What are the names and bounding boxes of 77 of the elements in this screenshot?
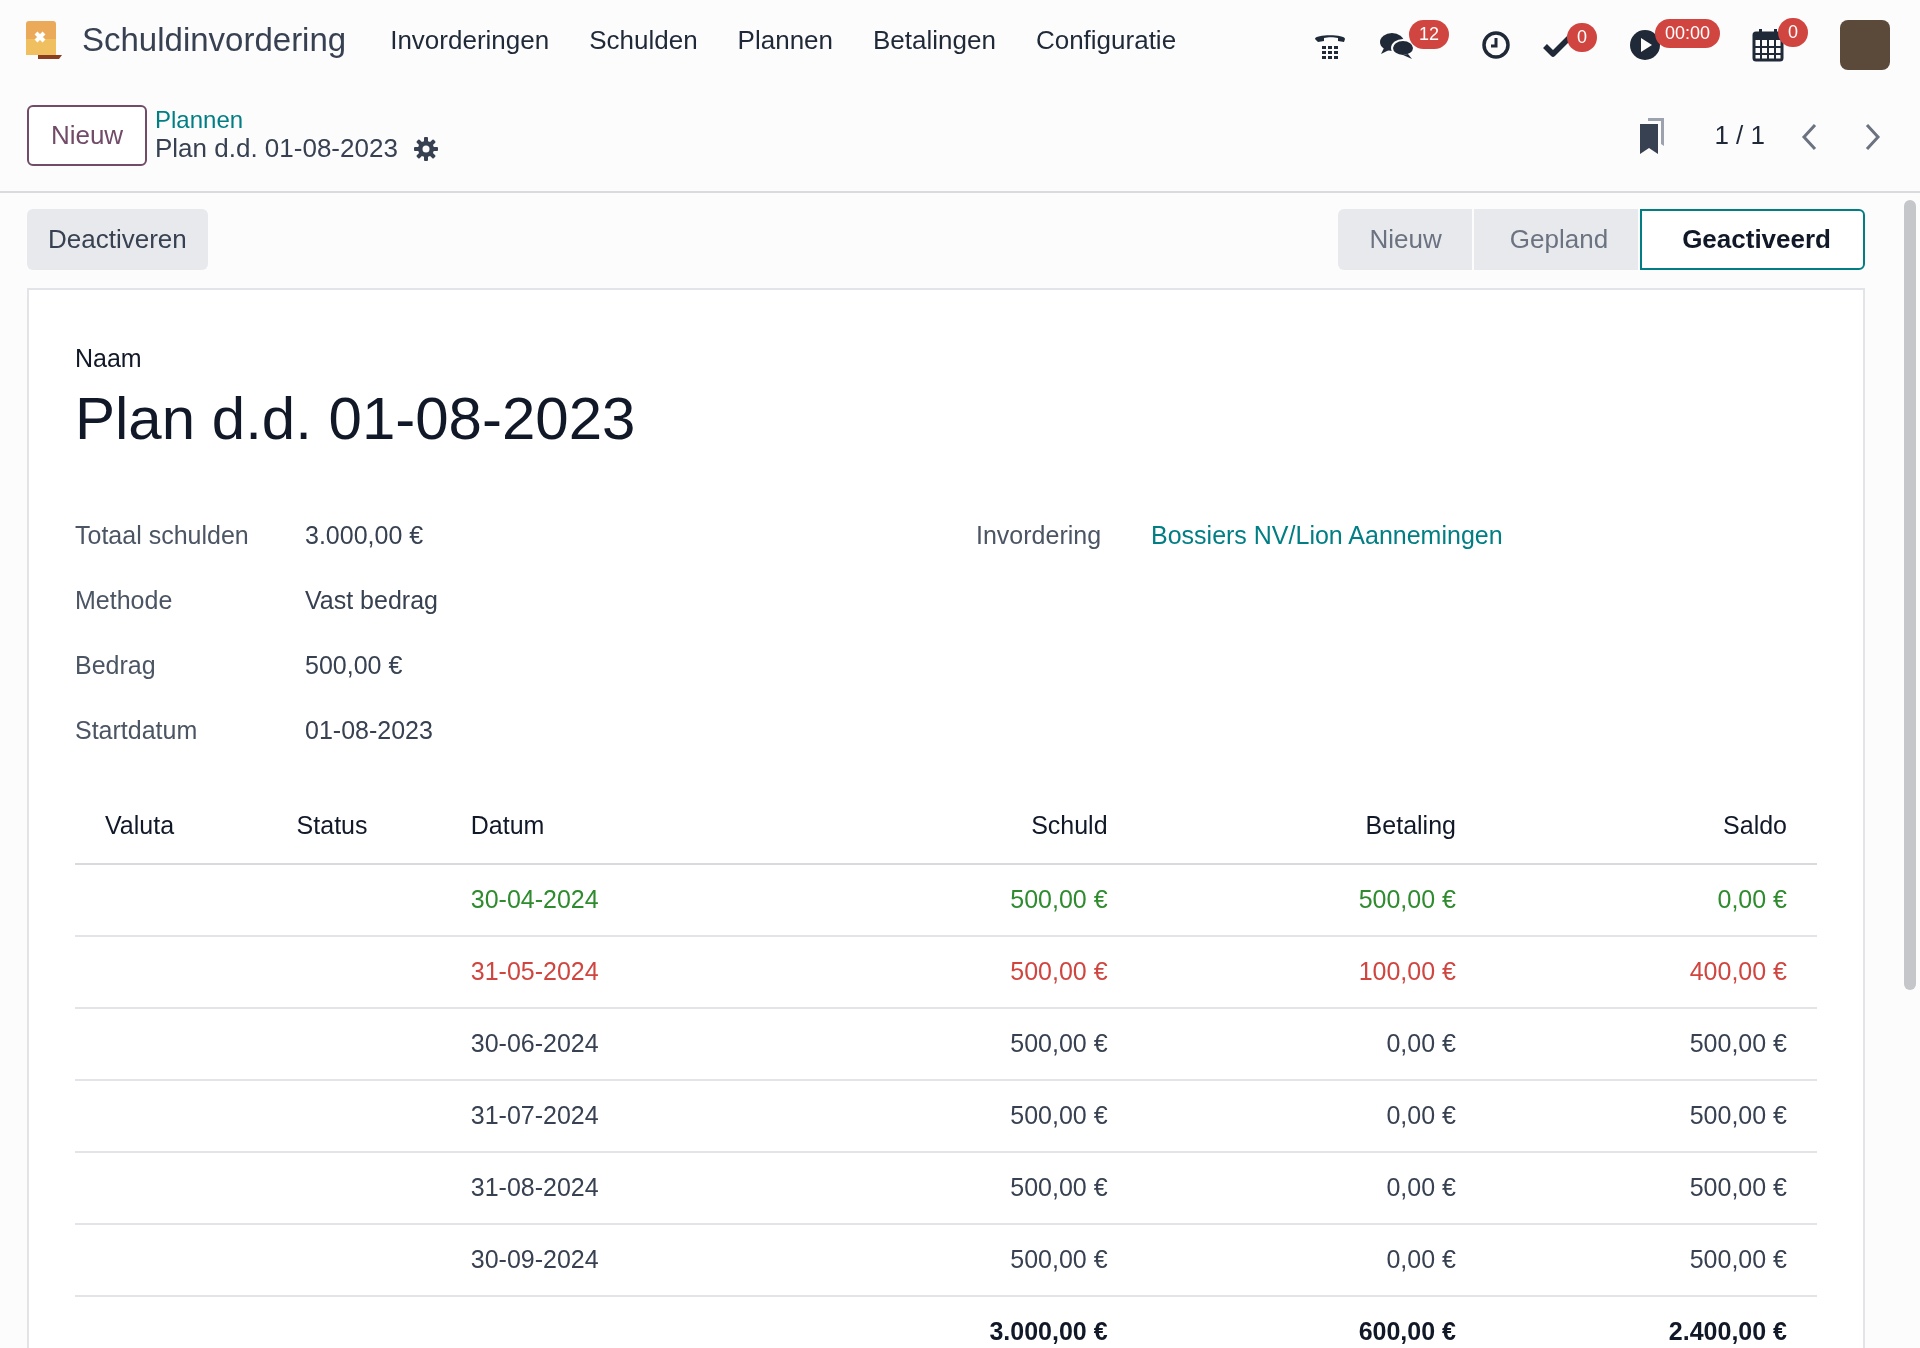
count-badge: 12	[1408, 20, 1449, 49]
chat-button[interactable]: 12	[1378, 20, 1449, 60]
table-cell: 500,00 €	[754, 1151, 1138, 1224]
table-cell: 500,00 €	[1485, 1007, 1817, 1080]
record-title: Plan d.d. 01-08-2023	[155, 133, 398, 165]
table-cell: 31-05-2024	[440, 935, 755, 1008]
table-cell: 500,00 €	[754, 863, 1138, 936]
table-cell: 500,00 €	[1137, 863, 1486, 936]
field-label: Methode	[75, 584, 174, 616]
table-cell: 500,00 €	[754, 1079, 1138, 1152]
field-label: Startdatum	[75, 714, 199, 746]
field-link[interactable]: Bossiers NV/Lion Aannemingen	[1151, 516, 1503, 582]
column-header[interactable]: Saldo	[1485, 788, 1817, 864]
field-label: Totaal schulden	[75, 519, 250, 551]
user-avatar[interactable]	[1840, 20, 1890, 70]
total-cell: 3.000,00 €	[754, 1295, 1138, 1348]
field-value: 3.000,00 €	[305, 519, 424, 551]
column-header[interactable]: Valuta	[75, 788, 267, 864]
scrollbar[interactable]	[1904, 200, 1916, 990]
table-cell: 31-07-2024	[440, 1079, 755, 1152]
column-header[interactable]: Datum	[440, 788, 755, 864]
field-label: Invordering	[976, 519, 1103, 551]
clock-icon	[1480, 30, 1511, 60]
menu-item[interactable]: Invorderingen	[370, 20, 570, 60]
menu-item[interactable]: Plannen	[717, 20, 853, 60]
field-value: 01-08-2023	[305, 714, 433, 746]
table-cell: 30-09-2024	[440, 1223, 755, 1296]
field-value: 500,00 €	[305, 649, 403, 681]
table-cell: 500,00 €	[754, 1223, 1138, 1296]
table-cell: 0,00 €	[1137, 1007, 1486, 1080]
table-cell: 30-06-2024	[440, 1007, 755, 1080]
bookmark-icon[interactable]	[1638, 117, 1667, 154]
table-cell: 500,00 €	[1485, 1079, 1817, 1152]
app-logo[interactable]	[24, 19, 64, 61]
status-stage[interactable]: Gepland	[1473, 209, 1639, 270]
table-cell: 400,00 €	[1485, 935, 1817, 1008]
status-stage[interactable]: Nieuw	[1337, 209, 1472, 270]
calendar-icon	[1752, 28, 1784, 62]
menu-item[interactable]: Configuratie	[1015, 20, 1197, 60]
field-value: Vast bedrag	[305, 584, 438, 616]
table-cell: 31-08-2024	[440, 1151, 755, 1224]
count-badge: 0	[1566, 23, 1597, 52]
menu-item[interactable]: Betalingen	[853, 20, 1016, 60]
table-cell: 500,00 €	[754, 1007, 1138, 1080]
record-name: Plan d.d. 01-08-2023	[75, 383, 637, 453]
table-cell: 0,00 €	[1137, 1223, 1486, 1296]
deactivate-button[interactable]: Deactiveren	[27, 209, 208, 270]
table-cell: 100,00 €	[1137, 935, 1486, 1008]
count-badge: 00:00	[1654, 19, 1720, 48]
table-cell: 0,00 €	[1485, 863, 1817, 936]
field-label: Bedrag	[75, 649, 157, 681]
table-cell: 30-04-2024	[440, 863, 755, 936]
breadcrumb-link[interactable]: Plannen	[155, 106, 438, 134]
pager-counter[interactable]: 1 / 1	[1714, 116, 1765, 155]
status-stage[interactable]: Geactiveerd	[1640, 209, 1865, 270]
total-cell: 2.400,00 €	[1485, 1295, 1817, 1348]
count-badge: 0	[1778, 18, 1808, 47]
app-name: Schuldinvordering	[82, 20, 347, 61]
column-header[interactable]: Betaling	[1137, 788, 1486, 864]
table-cell: 500,00 €	[1485, 1151, 1817, 1224]
column-header[interactable]: Schuld	[754, 788, 1138, 864]
check-button[interactable]: 0	[1542, 23, 1597, 57]
play-button[interactable]: 00:00	[1628, 19, 1720, 61]
column-header[interactable]: Status	[266, 788, 441, 864]
new-button[interactable]: Nieuw	[27, 105, 147, 166]
total-cell: 600,00 €	[1137, 1295, 1486, 1348]
chevron-left-icon	[1801, 123, 1817, 152]
table-cell: 500,00 €	[1485, 1223, 1817, 1296]
table-cell: 500,00 €	[754, 935, 1138, 1008]
table-cell: 0,00 €	[1137, 1079, 1486, 1152]
field-label: Naam	[75, 343, 143, 374]
calendar-button[interactable]: 0	[1752, 18, 1808, 62]
chat-icon	[1378, 30, 1415, 60]
chevron-right-icon	[1865, 123, 1881, 152]
menu-item[interactable]: Schulden	[569, 20, 718, 60]
table-cell: 0,00 €	[1137, 1151, 1486, 1224]
play-icon	[1628, 29, 1661, 61]
